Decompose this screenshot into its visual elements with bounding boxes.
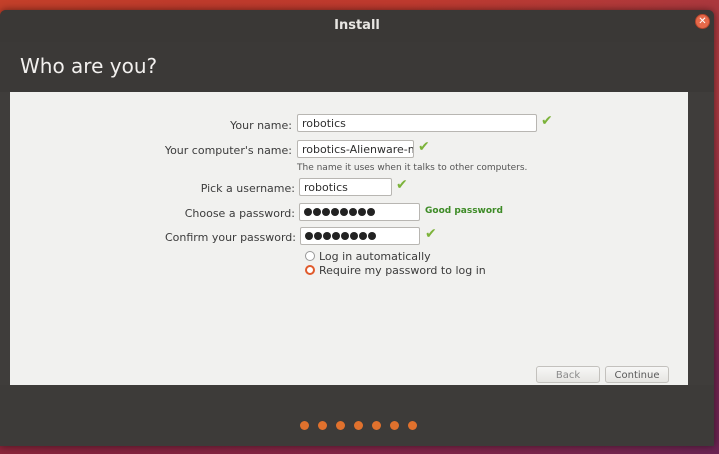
password-dot xyxy=(313,208,321,216)
page-title: Who are you? xyxy=(20,54,158,78)
username-checkmark-icon: ✔ xyxy=(396,177,408,193)
password-label: Choose a password: xyxy=(184,207,295,220)
require-password-option[interactable]: Require my password to log in xyxy=(305,264,486,277)
installer-window: Install ✕ Who are you? Your name: roboti… xyxy=(0,10,714,446)
username-label: Pick a username: xyxy=(200,182,295,195)
password-dot xyxy=(349,208,357,216)
footer xyxy=(0,385,714,446)
password-dot xyxy=(340,208,348,216)
progress-step-dot xyxy=(318,421,327,430)
password-dots xyxy=(304,208,375,216)
confirm-checkmark-icon: ✔ xyxy=(425,226,437,242)
password-dot xyxy=(359,232,367,240)
password-dot xyxy=(323,232,331,240)
password-dot xyxy=(304,208,312,216)
password-dot xyxy=(341,232,349,240)
login-automatically-radio[interactable] xyxy=(305,251,315,261)
name-input[interactable]: robotics xyxy=(297,114,537,132)
progress-step-dot xyxy=(336,421,345,430)
progress-step-dot xyxy=(390,421,399,430)
password-dot xyxy=(314,232,322,240)
login-automatically-option[interactable]: Log in automatically xyxy=(305,250,431,263)
progress-dots xyxy=(300,421,417,430)
password-dot xyxy=(322,208,330,216)
password-dot xyxy=(331,208,339,216)
computer-name-input[interactable]: robotics-Alienware-m1 xyxy=(297,140,414,158)
password-input[interactable] xyxy=(299,203,420,221)
page-header: Who are you? xyxy=(0,42,714,92)
window-title: Install xyxy=(334,18,380,33)
back-button[interactable]: Back xyxy=(536,366,600,383)
login-automatically-label: Log in automatically xyxy=(319,250,431,263)
confirm-password-dots xyxy=(305,232,376,240)
password-dot xyxy=(367,208,375,216)
progress-step-dot xyxy=(372,421,381,430)
require-password-radio[interactable] xyxy=(305,265,315,275)
progress-step-dot xyxy=(300,421,309,430)
confirm-password-input[interactable] xyxy=(300,227,420,245)
username-input[interactable]: robotics xyxy=(299,178,392,196)
computer-name-hint: The name it uses when it talks to other … xyxy=(297,163,528,173)
password-dot xyxy=(368,232,376,240)
computer-name-label: Your computer's name: xyxy=(164,144,292,157)
password-dot xyxy=(332,232,340,240)
progress-step-dot xyxy=(408,421,417,430)
name-label: Your name: xyxy=(230,119,292,132)
password-dot xyxy=(305,232,313,240)
close-icon[interactable]: ✕ xyxy=(695,14,710,29)
continue-button[interactable]: Continue xyxy=(605,366,669,383)
title-bar: Install xyxy=(0,10,714,42)
password-dot xyxy=(350,232,358,240)
computer-name-checkmark-icon: ✔ xyxy=(418,139,430,155)
form-panel: Your name: robotics ✔ Your computer's na… xyxy=(10,92,688,385)
require-password-label: Require my password to log in xyxy=(319,264,486,277)
progress-step-dot xyxy=(354,421,363,430)
password-dot xyxy=(358,208,366,216)
password-strength: Good password xyxy=(425,206,503,216)
name-checkmark-icon: ✔ xyxy=(541,113,553,129)
confirm-password-label: Confirm your password: xyxy=(164,231,296,244)
